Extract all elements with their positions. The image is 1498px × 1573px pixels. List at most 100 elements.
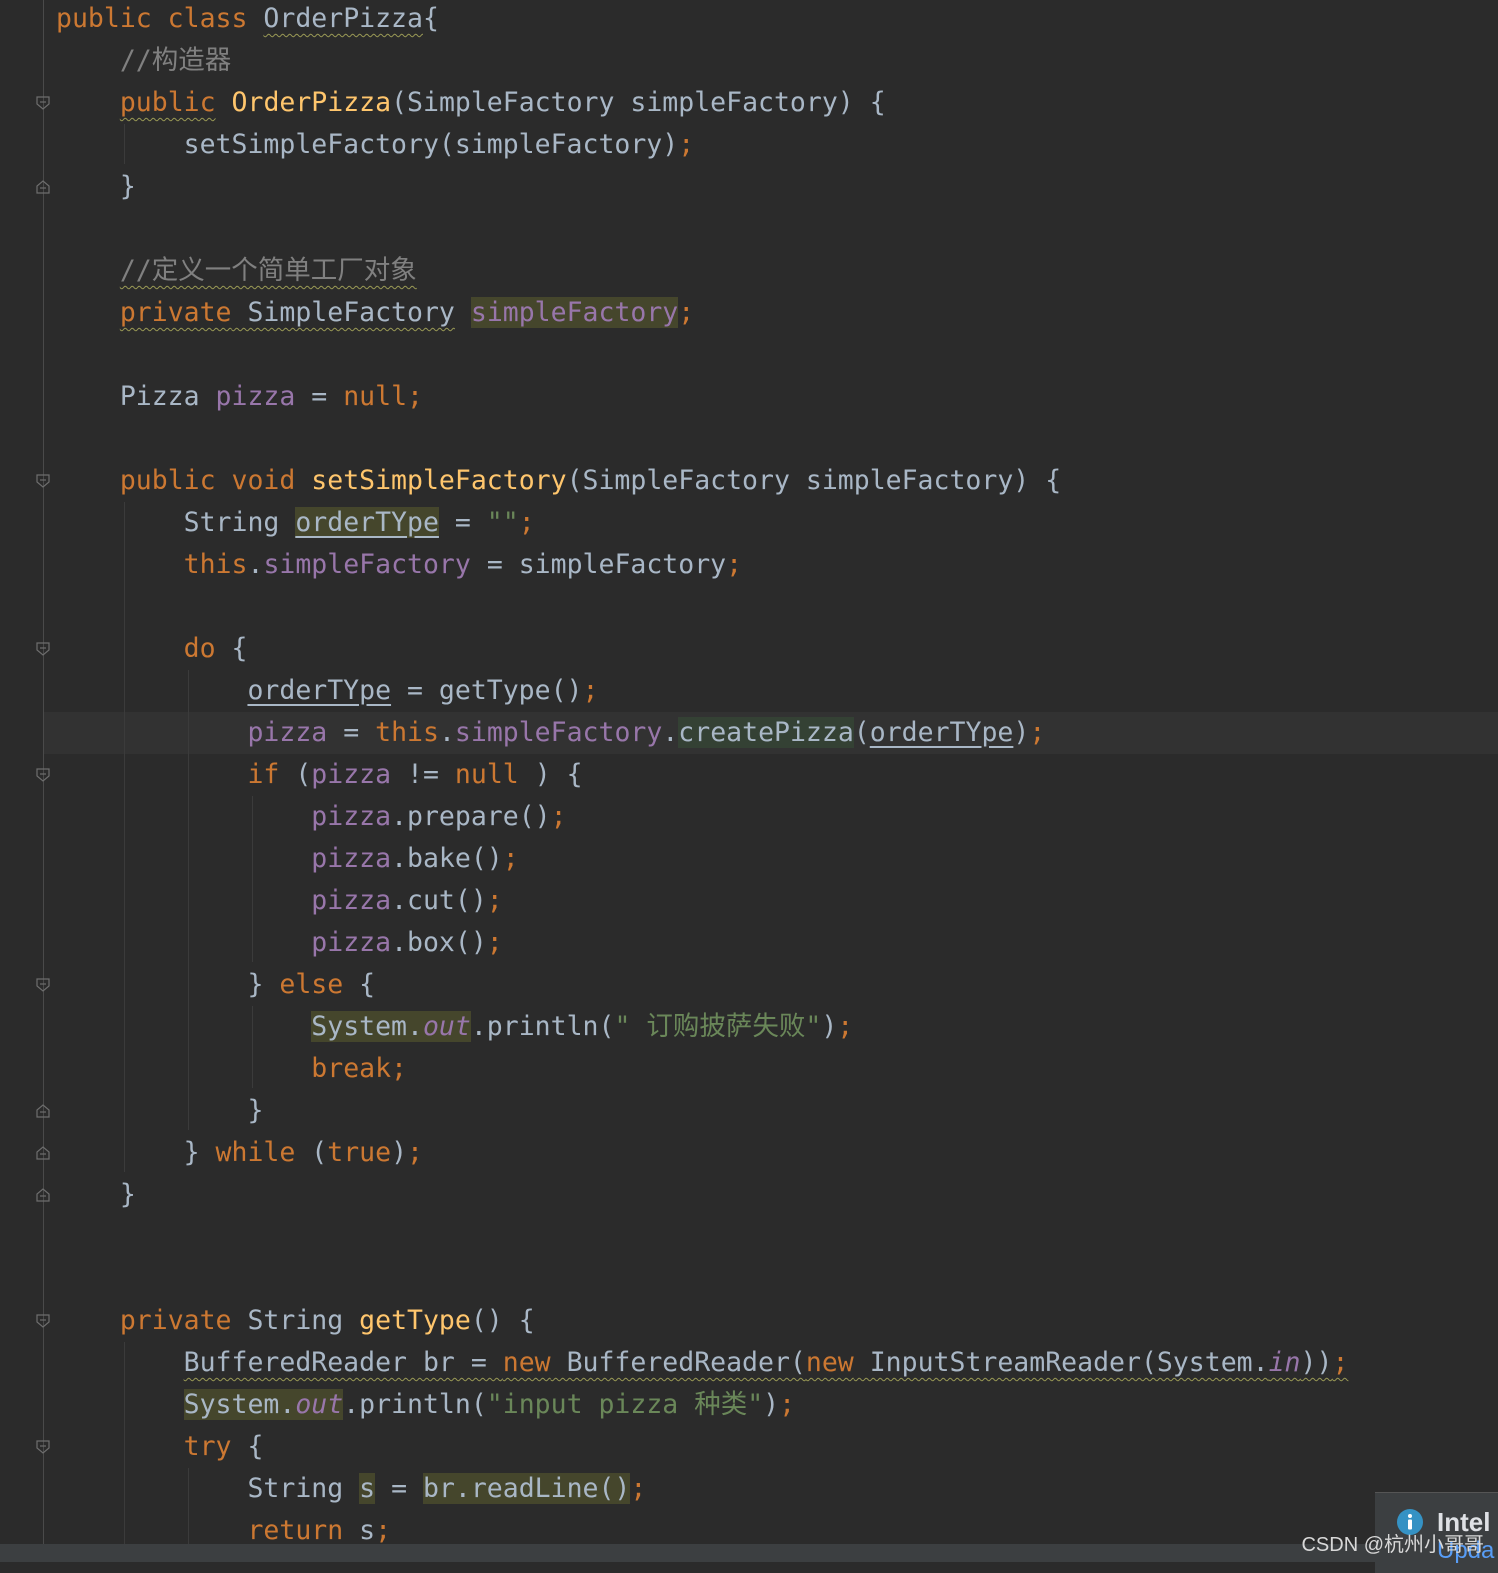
fold-open-icon[interactable] [36, 642, 50, 656]
code-token: . [438, 717, 455, 748]
code-line[interactable]: try { [56, 1426, 264, 1468]
code-token: setSimpleFactory(simpleFactory) [56, 129, 679, 160]
code-token: true [327, 1137, 392, 1168]
code-token: getType [359, 1305, 471, 1336]
code-token: public class [56, 3, 264, 34]
code-token: ; [486, 927, 503, 958]
code-token: { [231, 1431, 264, 1462]
code-token: br.readLine() [422, 1473, 631, 1504]
code-token: BufferedReader br = [183, 1347, 503, 1378]
code-line[interactable]: } [56, 1174, 136, 1216]
code-line[interactable]: setSimpleFactory(simpleFactory); [56, 124, 695, 166]
code-token: = [438, 507, 487, 538]
code-token: ( [853, 717, 870, 748]
code-token: )) [1300, 1347, 1333, 1378]
fold-open-icon[interactable] [36, 1314, 50, 1328]
fold-open-icon[interactable] [36, 768, 50, 782]
code-line[interactable]: Pizza pizza = null; [56, 376, 423, 418]
code-token: //构造器 [56, 45, 232, 76]
code-token: ; [518, 507, 535, 538]
fold-close-icon[interactable] [36, 180, 50, 194]
code-line[interactable]: this.simpleFactory = simpleFactory; [56, 544, 742, 586]
fold-open-icon[interactable] [36, 474, 50, 488]
code-token: pizza [215, 381, 296, 412]
fold-open-icon[interactable] [36, 96, 50, 110]
code-token: orderTYpe [295, 507, 439, 538]
code-line[interactable]: public void setSimpleFactory(SimpleFacto… [56, 460, 1061, 502]
code-token: pizza [311, 759, 392, 790]
code-line[interactable]: //构造器 [56, 40, 231, 82]
code-line[interactable]: pizza = this.simpleFactory.createPizza(o… [56, 712, 1045, 754]
code-token: String [56, 507, 296, 538]
code-token: ; [486, 885, 503, 916]
code-line[interactable]: System.out.println(" 订购披萨失败"); [56, 1006, 853, 1048]
code-token: simpleFactory [470, 297, 679, 328]
code-line[interactable]: pizza.prepare(); [56, 796, 566, 838]
code-line[interactable]: private String getType() { [56, 1300, 535, 1342]
code-line[interactable]: do { [56, 628, 248, 670]
code-token: ; [837, 1011, 854, 1042]
fold-close-icon[interactable] [36, 1146, 50, 1160]
code-token: SimpleFactory [231, 297, 455, 328]
code-line[interactable]: if (pizza != null ) { [56, 754, 583, 796]
code-line[interactable]: orderTYpe = getType(); [56, 670, 598, 712]
code-token: InputStreamReader(System. [853, 1347, 1269, 1378]
code-token: BufferedReader( [550, 1347, 806, 1378]
code-token: break; [311, 1053, 408, 1084]
code-token: new [502, 1347, 551, 1378]
code-token: ) [763, 1389, 780, 1420]
code-token: ) [1013, 717, 1030, 748]
code-token: .println( [470, 1011, 615, 1042]
fold-open-icon[interactable] [36, 1440, 50, 1454]
code-token: pizza [311, 843, 392, 874]
code-line[interactable]: //定义一个简单工厂对象 [56, 250, 417, 292]
code-token: out [295, 1389, 344, 1420]
code-token: (SimpleFactory simpleFactory) { [391, 87, 886, 118]
code-token: pizza [311, 885, 392, 916]
code-line[interactable]: BufferedReader br = new BufferedReader(n… [56, 1342, 1349, 1384]
code-token: orderTYpe [869, 717, 1014, 748]
code-token: do [183, 633, 216, 664]
code-token: null [454, 759, 519, 790]
fold-close-icon[interactable] [36, 1104, 50, 1118]
code-token: String [247, 1305, 360, 1336]
code-line[interactable]: pizza.bake(); [56, 838, 518, 880]
code-line[interactable]: String orderTYpe = ""; [56, 502, 535, 544]
code-line[interactable]: } [56, 1090, 263, 1132]
fold-close-icon[interactable] [36, 1188, 50, 1202]
code-token: null; [343, 381, 423, 412]
code-editor[interactable]: public class OrderPizza{ //构造器 public Or… [0, 0, 1498, 1544]
code-line[interactable]: break; [56, 1048, 407, 1090]
code-line[interactable]: } else { [56, 964, 375, 1006]
code-line[interactable]: } [56, 166, 136, 208]
code-line[interactable]: public OrderPizza(SimpleFactory simpleFa… [56, 82, 886, 124]
code-token: if [247, 759, 280, 790]
code-line[interactable]: public class OrderPizza{ [56, 0, 439, 40]
code-token: createPizza [678, 717, 854, 748]
code-line[interactable]: return s; [56, 1510, 391, 1544]
code-token: OrderPizza [263, 3, 423, 34]
code-token: = simpleFactory [470, 549, 727, 580]
code-token: ( [295, 1137, 328, 1168]
code-token: = [375, 1473, 423, 1504]
code-line[interactable]: String s = br.readLine(); [56, 1468, 646, 1510]
code-line[interactable]: pizza.box(); [56, 922, 503, 964]
code-token: in [1268, 1347, 1301, 1378]
code-token: ; [630, 1473, 647, 1504]
fold-open-icon[interactable] [36, 978, 50, 992]
code-line[interactable]: pizza.cut(); [56, 880, 503, 922]
code-line[interactable]: System.out.println("input pizza 种类"); [56, 1384, 795, 1426]
code-token: } [56, 1095, 264, 1126]
code-token: ) { [518, 759, 583, 790]
code-line[interactable]: private SimpleFactory simpleFactory; [56, 292, 694, 334]
code-token: { [422, 3, 439, 34]
code-line[interactable]: } while (true); [56, 1132, 423, 1174]
